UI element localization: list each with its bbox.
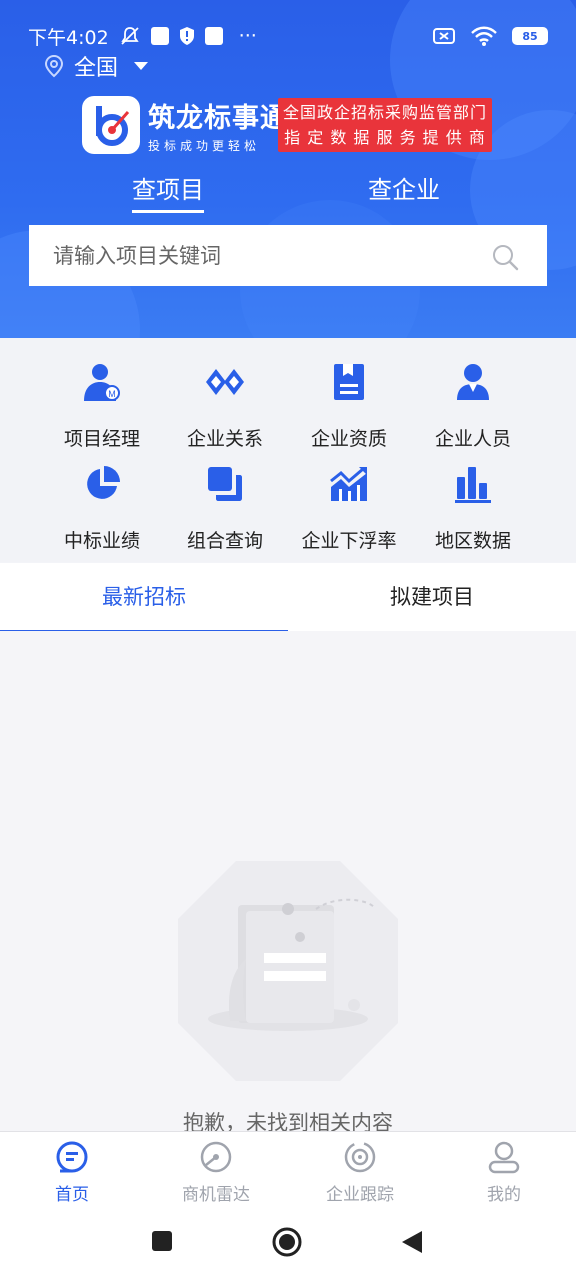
location-label: 全国: [74, 56, 119, 81]
brand-logo: [82, 96, 140, 154]
nav-label: 商机雷达: [182, 1185, 250, 1205]
nav-tracking[interactable]: 企业跟踪: [288, 1140, 432, 1205]
brand-tag-line1: 全国政企招标采购监管部门: [282, 103, 487, 122]
quick-item-label: 企业下浮率: [301, 530, 397, 552]
home-icon: [56, 1141, 88, 1173]
quick-item-region-data[interactable]: 地区数据: [401, 462, 545, 553]
profile-icon: [488, 1141, 520, 1174]
company-qualification-icon: [334, 364, 364, 400]
nav-label: 企业跟踪: [326, 1185, 394, 1205]
company-staff-icon: [457, 364, 489, 400]
quick-item-combined-query[interactable]: 组合查询: [153, 462, 297, 553]
quick-item-company-qualification[interactable]: 企业资质: [277, 360, 421, 451]
chevron-down-icon: [134, 62, 149, 70]
nav-profile[interactable]: 我的: [432, 1140, 576, 1205]
content-area: 抱歉，未找到相关内容: [0, 631, 576, 1135]
nav-home[interactable]: 首页: [0, 1140, 144, 1205]
brand-tag: 全国政企招标采购监管部门 指 定 数 据 服 务 提 供 商: [278, 98, 492, 152]
combined-query-icon: [208, 467, 242, 501]
tab-search-project[interactable]: 查项目: [132, 170, 204, 213]
brand-name: 筑龙标事通: [148, 103, 288, 134]
tab-latest-bids[interactable]: 最新招标: [0, 563, 288, 633]
nav-label: 首页: [55, 1185, 89, 1205]
battery-indicator: 85: [512, 27, 548, 45]
nav-radar[interactable]: 商机雷达: [144, 1140, 288, 1205]
quick-item-label: 地区数据: [434, 530, 511, 552]
brand-logo-icon: [96, 106, 130, 146]
location-pin-icon: [44, 54, 64, 78]
more-dots: ···: [238, 25, 257, 47]
mute-bell-icon: [120, 27, 139, 45]
system-navigation: [0, 1211, 576, 1280]
company-relation-icon: [206, 369, 244, 395]
search-input[interactable]: [53, 243, 473, 268]
sim-off-icon: [433, 28, 455, 44]
bottom-nav: 首页 商机雷达 企业跟踪 我的: [0, 1131, 576, 1211]
quick-item-label: 企业人员: [434, 428, 511, 450]
search-box: [29, 225, 547, 286]
home-button-icon[interactable]: [272, 1227, 302, 1257]
project-manager-icon: M: [84, 364, 120, 401]
empty-state-illustration: [178, 861, 398, 1081]
tab-planned-projects[interactable]: 拟建项目: [288, 563, 576, 631]
battery-level: 85: [522, 29, 538, 43]
search-tabs: 查项目 查企业: [0, 170, 576, 214]
recent-apps-icon[interactable]: [150, 1229, 174, 1253]
quick-item-company-relation[interactable]: 企业关系: [153, 360, 297, 451]
brand-tag-line2: 指 定 数 据 服 务 提 供 商: [284, 128, 486, 147]
shield-icon: [179, 27, 194, 45]
brand: 筑龙标事通 投标成功更轻松: [82, 96, 288, 154]
status-bar: 下午4:02 ··· 85: [28, 22, 548, 50]
wifi-icon: [471, 26, 497, 46]
quick-item-company-staff[interactable]: 企业人员: [401, 360, 545, 451]
quick-menu: M 项目经理 企业关系 企业资质 企业人员 中标业绩 组合查询 企业下浮率 地区…: [0, 338, 576, 562]
tracking-icon: [344, 1141, 376, 1173]
quick-item-discount-rate[interactable]: 企业下浮率: [277, 462, 421, 553]
notification-icon: [150, 27, 169, 45]
search-icon[interactable]: [491, 243, 519, 271]
location-selector[interactable]: 全国: [44, 50, 149, 82]
status-time: 下午4:02: [28, 26, 109, 49]
region-data-icon: [455, 467, 491, 503]
brand-slogan: 投标成功更轻松: [148, 139, 261, 153]
list-tabs: 最新招标 拟建项目: [0, 563, 576, 633]
quick-item-label: 企业关系: [186, 428, 263, 450]
tab-search-company[interactable]: 查企业: [368, 170, 440, 205]
quick-item-label: 组合查询: [186, 530, 263, 552]
back-button-icon[interactable]: [400, 1229, 424, 1255]
nav-label: 我的: [487, 1185, 521, 1205]
discount-rate-icon: [330, 467, 367, 501]
hero-header: 下午4:02 ··· 85 全国 筑龙标事通 投标成功更轻松 全国政企招标采购监…: [0, 0, 576, 338]
svg-text:M: M: [108, 389, 116, 399]
quick-item-label: 企业资质: [310, 428, 387, 450]
radar-icon: [200, 1141, 232, 1173]
notification-icon: [204, 27, 223, 45]
bid-performance-icon: [87, 466, 120, 499]
